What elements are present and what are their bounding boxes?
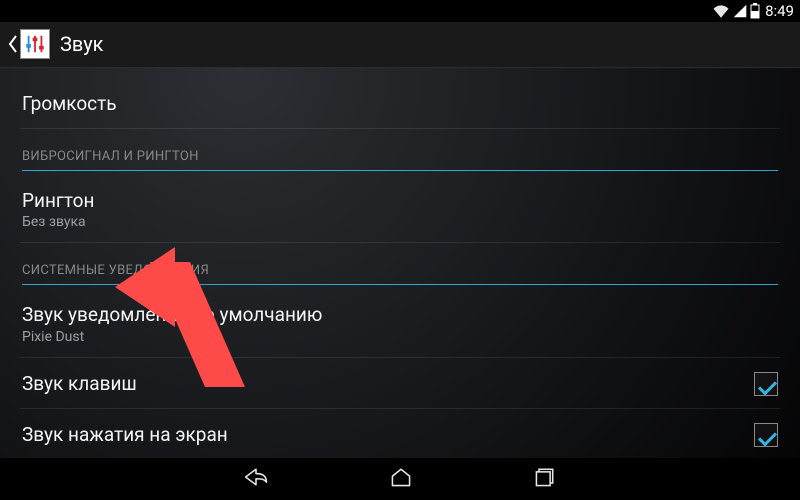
checkbox-checked-icon[interactable]: [754, 372, 778, 396]
nav-home-icon[interactable]: [389, 466, 413, 492]
pref-touch-sound[interactable]: Звук нажатия на экран: [20, 409, 780, 458]
nav-back-icon[interactable]: [243, 466, 269, 492]
back-icon[interactable]: [6, 30, 20, 58]
pref-volume-label: Громкость: [22, 92, 778, 116]
signal-icon: [733, 4, 747, 18]
category-divider: [22, 170, 778, 171]
pref-notif-summary: Pixie Dust: [22, 329, 778, 345]
category-divider: [22, 284, 778, 285]
category-label: ВИБРОСИГНАЛ И РИНГТОН: [22, 149, 778, 164]
pref-key-sound[interactable]: Звук клавиш: [20, 358, 780, 409]
nav-recents-icon[interactable]: [533, 466, 557, 492]
pref-touch-sound-label: Звук нажатия на экран: [22, 423, 228, 447]
pref-ringtone-summary: Без звука: [22, 214, 778, 230]
pref-ringtone[interactable]: Рингтон Без звука: [20, 175, 780, 244]
status-bar: 8:49: [0, 0, 800, 22]
category-system: СИСТЕМНЫЕ УВЕДОМЛЕНИЯ: [20, 243, 780, 289]
battery-icon: [750, 3, 760, 19]
pref-ringtone-title: Рингтон: [22, 189, 778, 213]
clock-text: 8:49: [765, 2, 794, 20]
category-label: СИСТЕМНЫЕ УВЕДОМЛЕНИЯ: [22, 263, 778, 278]
category-vibrate-ringtone: ВИБРОСИГНАЛ И РИНГТОН: [20, 129, 780, 175]
navigation-bar: [0, 458, 800, 500]
action-bar: Звук: [0, 22, 800, 68]
checkbox-checked-icon[interactable]: [754, 423, 778, 447]
wifi-icon: [712, 4, 730, 18]
settings-content: Громкость ВИБРОСИГНАЛ И РИНГТОН Рингтон …: [0, 68, 800, 458]
pref-volume[interactable]: Громкость: [20, 78, 780, 129]
pref-notification-sound[interactable]: Звук уведомлений по умолчанию Pixie Dust: [20, 289, 780, 358]
pref-key-sound-label: Звук клавиш: [22, 372, 137, 396]
pref-notif-title: Звук уведомлений по умолчанию: [22, 303, 778, 327]
page-title: Звук: [60, 32, 103, 56]
app-icon-equalizer[interactable]: [20, 29, 50, 59]
